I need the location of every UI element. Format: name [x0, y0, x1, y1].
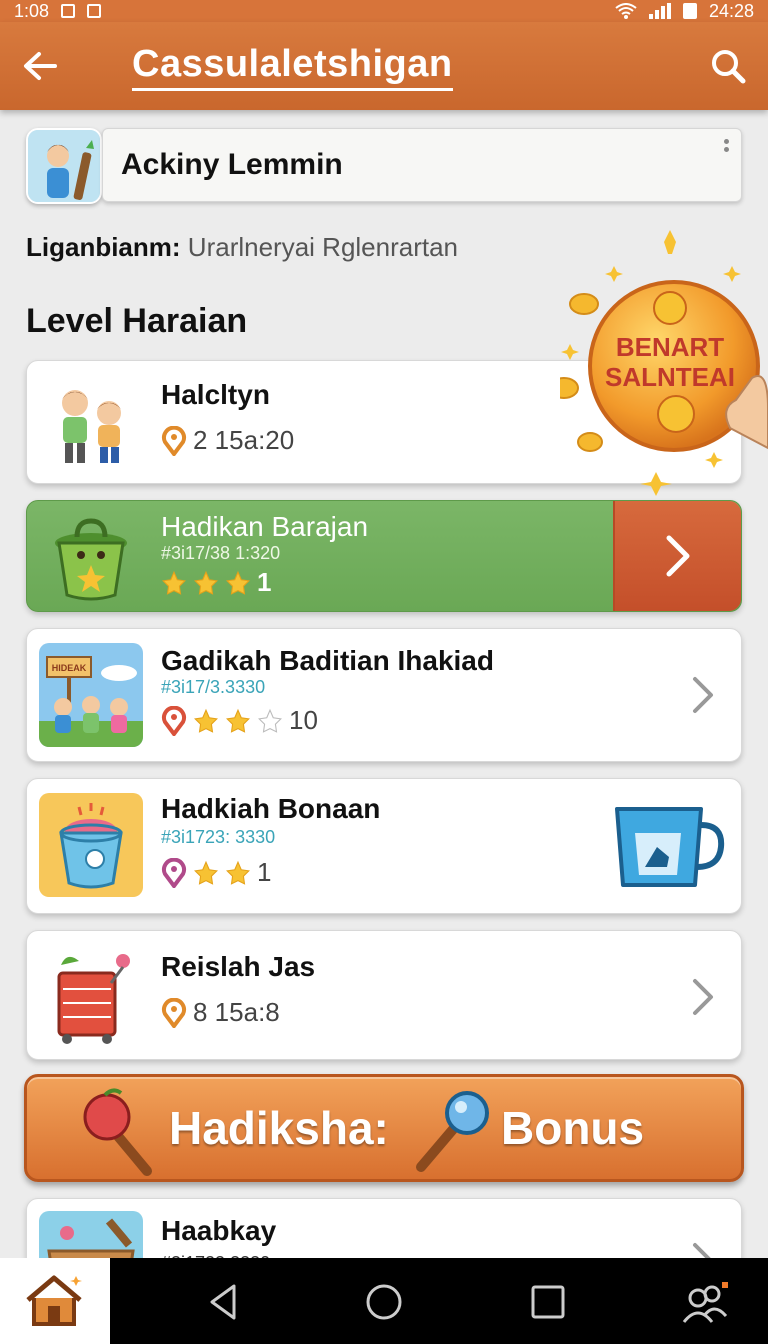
item-meta-text: 8 15a:8: [193, 997, 280, 1027]
kids-illustration: [39, 371, 143, 475]
status-bar: 1:08 24:28: [0, 0, 768, 22]
star-icon: [194, 570, 218, 595]
section-title: Level Haraian: [26, 302, 248, 340]
badge-line1: BENART: [616, 332, 724, 362]
badge-line2: SALNTEAI: [605, 362, 735, 392]
pot-illustration: [39, 507, 143, 611]
item-rating: 1: [161, 857, 271, 888]
star-icon: [226, 708, 250, 733]
list-item[interactable]: Reislah Jas 8 15a:8: [26, 930, 742, 1060]
chevron-right-icon: [666, 535, 690, 577]
item-title: Reislah Jas: [161, 951, 316, 982]
app-bar: Cassulaletshigan: [0, 22, 768, 110]
list-item[interactable]: Hadkiah Bonaan #3i1723: 3330 1: [26, 778, 742, 914]
house-icon: [26, 1275, 82, 1326]
bonus-label-left: Hadiksha:: [169, 1102, 389, 1154]
system-nav-bar: [0, 1258, 768, 1344]
nav-recents-icon[interactable]: [528, 1282, 568, 1322]
star-icon: [162, 570, 186, 595]
bonus-button[interactable]: Hadiksha: Bonus: [24, 1074, 744, 1182]
rating-count: 10: [289, 705, 318, 735]
item-title: Gadikah Baditian Ihakiad: [161, 645, 494, 676]
chevron-right-icon[interactable]: [689, 675, 719, 715]
battery-icon: [682, 3, 697, 19]
list-item[interactable]: HIDEAK Gadikah Baditian Ihakiad #3i17/3.…: [26, 628, 742, 762]
kids-sign-illustration: HIDEAK: [39, 643, 143, 747]
item-meta: 8 15a:8: [161, 997, 280, 1028]
search-button[interactable]: [706, 44, 750, 88]
star-outline-icon: [258, 708, 282, 733]
microphone-icon: [416, 1091, 489, 1172]
reward-coin-badge[interactable]: BENART SALNTEAI: [549, 228, 768, 500]
bucket-illustration: [39, 793, 143, 897]
notification-icon: [61, 4, 76, 18]
open-item-button[interactable]: [613, 501, 741, 611]
rating-count: 1: [257, 567, 272, 597]
location-pin-icon: [162, 997, 186, 1028]
subtitle-label: Liganbianm:: [26, 232, 181, 262]
item-title: Halcltyn: [161, 379, 270, 410]
wifi-icon: [615, 3, 637, 19]
back-button[interactable]: [0, 22, 80, 110]
item-code: #3i17/38 1:320: [161, 543, 281, 563]
home-tab[interactable]: [0, 1258, 110, 1344]
page-title: Cassulaletshigan: [132, 42, 453, 91]
rating-count: 1: [257, 857, 272, 887]
item-title: Haabkay: [161, 1215, 277, 1246]
item-title: Hadikan Barajan: [161, 511, 369, 542]
location-pin-icon: [162, 705, 186, 736]
chevron-right-icon[interactable]: [689, 977, 719, 1017]
friends-icon[interactable]: [680, 1276, 732, 1328]
item-code: #3i17/3.3330: [161, 677, 266, 697]
star-icon: [226, 570, 250, 595]
item-title: Hadkiah Bonaan: [161, 793, 381, 824]
avatar[interactable]: [26, 128, 102, 204]
nav-back-icon[interactable]: [204, 1282, 244, 1322]
status-time-right: 24:28: [708, 0, 754, 21]
star-icon: [194, 708, 218, 733]
bonus-label-right: Bonus: [501, 1102, 645, 1154]
subtitle: Liganbianm: Urarlneryai Rglenrartan: [26, 232, 458, 263]
search-icon: [712, 50, 746, 84]
item-rating: 10: [161, 705, 318, 736]
arrow-left-icon: [24, 52, 57, 80]
list-item-highlighted[interactable]: Hadikan Barajan #3i17/38 1:320 1: [26, 500, 742, 612]
item-meta: 2 15a:20: [161, 425, 294, 456]
cart-illustration: [39, 943, 143, 1047]
more-options-icon[interactable]: [724, 139, 729, 152]
signal-icon: [648, 3, 671, 19]
location-pin-icon: [162, 857, 186, 888]
location-pin-icon: [162, 425, 186, 456]
star-icon: [226, 860, 250, 885]
item-code: #3i1723: 3330: [161, 827, 276, 847]
status-time-left: 1:08: [14, 0, 50, 21]
profile-name-field[interactable]: Ackiny Lemmin: [102, 128, 742, 202]
star-icon: [194, 860, 218, 885]
sign-text: HIDEAK: [52, 663, 87, 673]
sim-icon: [87, 4, 102, 18]
subtitle-value: Urarlneryai Rglenrartan: [187, 232, 459, 262]
item-rating: 1: [161, 567, 271, 598]
profile-name: Ackiny Lemmin: [121, 148, 343, 181]
mug-icon[interactable]: [611, 801, 725, 891]
item-meta-text: 2 15a:20: [193, 425, 295, 455]
apple-tool-icon: [83, 1088, 152, 1176]
nav-home-icon[interactable]: [364, 1282, 404, 1322]
